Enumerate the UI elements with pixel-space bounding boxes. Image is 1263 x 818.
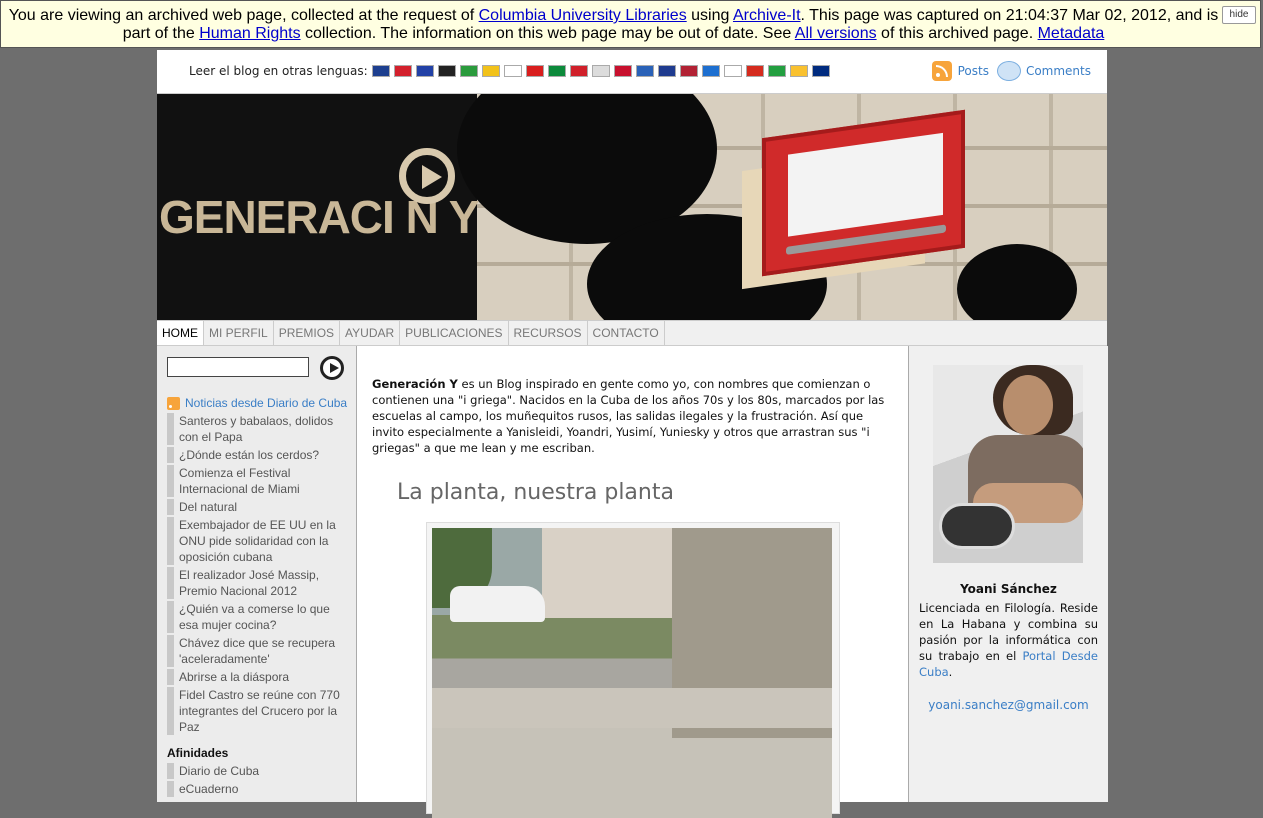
photo-step bbox=[432, 688, 832, 728]
news-header[interactable]: Noticias desde Diario de Cuba bbox=[167, 396, 347, 410]
hide-button[interactable]: hide bbox=[1222, 6, 1256, 24]
intro-bold: Generación Y bbox=[372, 377, 458, 391]
nav-item-premios[interactable]: PREMIOS bbox=[274, 321, 341, 345]
language-flag-icon[interactable] bbox=[547, 65, 566, 77]
main-nav: HOME MI PERFIL PREMIOS AYUDAR PUBLICACIONES R… bbox=[157, 320, 1107, 346]
flag-list bbox=[371, 65, 834, 77]
news-item[interactable]: Chávez dice que se recupera 'aceleradame… bbox=[167, 635, 347, 667]
photo-car bbox=[450, 586, 545, 622]
language-flag-icon[interactable] bbox=[371, 65, 390, 77]
red-drawer bbox=[762, 109, 965, 277]
language-flag-icon[interactable] bbox=[437, 65, 456, 77]
news-item[interactable]: ¿Dónde están los cerdos? bbox=[167, 447, 347, 463]
archive-text: collection. The information on this web … bbox=[300, 25, 795, 42]
author-bio: Licenciada en Filología. Reside en La Ha… bbox=[919, 600, 1098, 680]
news-title[interactable]: Noticias desde Diario de Cuba bbox=[185, 396, 347, 410]
language-flag-icon[interactable] bbox=[789, 65, 808, 77]
language-flag-icon[interactable] bbox=[657, 65, 676, 77]
language-flag-icon[interactable] bbox=[745, 65, 764, 77]
archive-text: of this archived page. bbox=[876, 25, 1038, 42]
afinidad-link[interactable]: eCuaderno bbox=[167, 781, 347, 797]
photo-mouse bbox=[939, 503, 1015, 549]
blog-page: Leer el blog en otras lenguas: Posts Com… bbox=[157, 50, 1108, 818]
language-flag-icon[interactable] bbox=[415, 65, 434, 77]
logo-play-icon bbox=[399, 148, 455, 204]
photo-head bbox=[1003, 375, 1053, 435]
human-rights-link[interactable]: Human Rights bbox=[199, 25, 300, 42]
nav-item-ayudar[interactable]: AYUDAR bbox=[340, 321, 401, 345]
all-versions-link[interactable]: All versions bbox=[795, 25, 877, 42]
bio-end: . bbox=[948, 665, 953, 679]
language-flag-icon[interactable] bbox=[503, 65, 522, 77]
language-flag-icon[interactable] bbox=[525, 65, 544, 77]
news-list: Santeros y babalaos, dolidos con el Papa… bbox=[167, 413, 347, 737]
main-content: Generación Y es un Blog inspirado en gen… bbox=[357, 346, 907, 818]
language-flag-icon[interactable] bbox=[723, 65, 742, 77]
language-flag-icon[interactable] bbox=[635, 65, 654, 77]
nav-item-home[interactable]: HOME bbox=[157, 321, 204, 345]
blog-intro: Generación Y es un Blog inspirado en gen… bbox=[372, 376, 887, 456]
columbia-link[interactable]: Columbia University Libraries bbox=[479, 7, 687, 24]
archive-text: You are viewing an archived web page, co… bbox=[8, 7, 479, 24]
news-item[interactable]: El realizador José Massip, Premio Nacion… bbox=[167, 567, 347, 599]
archive-banner: You are viewing an archived web page, co… bbox=[0, 0, 1261, 48]
language-flag-icon[interactable] bbox=[393, 65, 412, 77]
header-banner: GENERACI N Y bbox=[157, 94, 1107, 320]
post-title[interactable]: La planta, nuestra planta bbox=[397, 480, 674, 505]
language-flag-icon[interactable] bbox=[613, 65, 632, 77]
nav-item-contacto[interactable]: CONTACTO bbox=[588, 321, 665, 345]
news-item[interactable]: Abrirse a la diáspora bbox=[167, 669, 347, 685]
right-sidebar: Yoani Sánchez Licenciada en Filología. R… bbox=[908, 346, 1108, 802]
news-item[interactable]: ¿Quién va a comerse lo que esa mujer coc… bbox=[167, 601, 347, 633]
language-flag-icon[interactable] bbox=[811, 65, 830, 77]
language-flag-icon[interactable] bbox=[767, 65, 786, 77]
language-label: Leer el blog en otras lenguas: bbox=[189, 64, 368, 78]
top-bar: Leer el blog en otras lenguas: Posts Com… bbox=[157, 50, 1107, 94]
language-flag-icon[interactable] bbox=[569, 65, 588, 77]
language-selector: Leer el blog en otras lenguas: bbox=[189, 64, 834, 78]
language-flag-icon[interactable] bbox=[591, 65, 610, 77]
language-flag-icon[interactable] bbox=[481, 65, 500, 77]
photo-building bbox=[542, 528, 672, 618]
archive-it-link[interactable]: Archive-It bbox=[733, 7, 801, 24]
language-flag-icon[interactable] bbox=[701, 65, 720, 77]
news-item[interactable]: Exembajador de EE UU en la ONU pide soli… bbox=[167, 517, 347, 565]
nav-item-publicaciones[interactable]: PUBLICACIONES bbox=[400, 321, 509, 345]
news-item[interactable]: Santeros y babalaos, dolidos con el Papa bbox=[167, 413, 347, 445]
author-name: Yoani Sánchez bbox=[960, 582, 1057, 596]
search-input[interactable] bbox=[167, 357, 309, 377]
news-item[interactable]: Del natural bbox=[167, 499, 347, 515]
archive-text: using bbox=[686, 7, 733, 24]
rss-icon bbox=[167, 396, 180, 410]
afinidades-list: Diario de Cuba eCuaderno bbox=[167, 763, 347, 799]
feed-links: Posts Comments bbox=[931, 61, 1091, 81]
news-item[interactable]: Fidel Castro se reúne con 770 integrante… bbox=[167, 687, 347, 735]
nav-item-mi-perfil[interactable]: MI PERFIL bbox=[204, 321, 274, 345]
search-go-icon[interactable] bbox=[320, 356, 344, 380]
author-email-link[interactable]: yoani.sanchez@gmail.com bbox=[909, 698, 1108, 712]
afinidades-title: Afinidades bbox=[167, 746, 229, 760]
comments-icon[interactable] bbox=[996, 61, 1021, 81]
news-item[interactable]: Comienza el Festival Internacional de Mi… bbox=[167, 465, 347, 497]
afinidad-link[interactable]: Diario de Cuba bbox=[167, 763, 347, 779]
post-photo-frame bbox=[426, 522, 840, 818]
nav-item-recursos[interactable]: RECURSOS bbox=[509, 321, 588, 345]
language-flag-icon[interactable] bbox=[679, 65, 698, 77]
language-flag-icon[interactable] bbox=[459, 65, 478, 77]
left-sidebar: Noticias desde Diario de Cuba Santeros y… bbox=[157, 346, 357, 802]
posts-feed-link[interactable]: Posts bbox=[958, 64, 989, 78]
rss-icon[interactable] bbox=[931, 61, 952, 81]
author-photo bbox=[933, 365, 1083, 563]
comments-feed-link[interactable]: Comments bbox=[1026, 64, 1091, 78]
metadata-link[interactable]: Metadata bbox=[1038, 25, 1105, 42]
drawer-label bbox=[788, 132, 943, 237]
post-photo[interactable] bbox=[432, 528, 832, 818]
